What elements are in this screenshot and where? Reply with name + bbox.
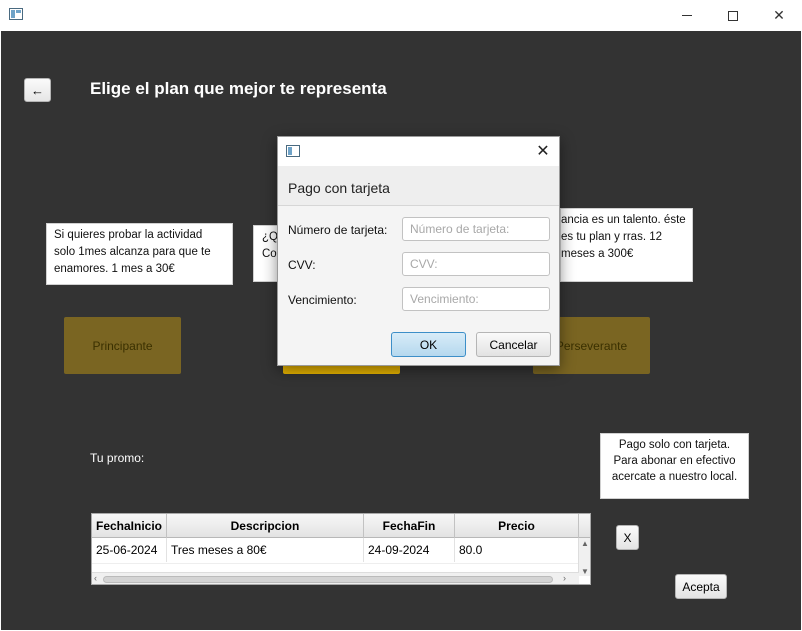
table-cell: 25-06-2024 [92,538,167,562]
plan-description-perseverante: ancia es un talento. éste es tu plan y r… [560,208,693,282]
cancel-button[interactable]: Cancelar [476,332,551,357]
table-row-empty [92,562,579,564]
payment-note: Pago solo con tarjeta. Para abonar en ef… [600,433,749,499]
table-vertical-scrollbar[interactable]: ▲ ▼ [578,538,590,576]
minimize-button[interactable] [664,0,710,31]
app-icon [9,8,23,20]
dialog-heading: Pago con tarjeta [288,180,390,196]
scroll-right-icon[interactable]: › [563,573,566,583]
payment-dialog: ✕ Pago con tarjeta Número de tarjeta: CV… [277,136,560,366]
column-header-descripcion[interactable]: Descripcion [167,514,364,538]
cvv-field[interactable] [402,252,550,276]
dialog-close-button[interactable]: ✕ [533,141,553,161]
scroll-up-icon[interactable]: ▲ [581,539,589,548]
plan-description-principante: Si quieres probar la actividad solo 1mes… [46,223,233,285]
table-row[interactable]: 25-06-2024 Tres meses a 80€ 24-09-2024 8… [92,538,579,562]
maximize-button[interactable] [710,0,756,31]
scroll-left-icon[interactable]: ‹ [94,573,97,583]
ok-button[interactable]: OK [391,332,466,357]
page-title: Elige el plan que mejor te representa [90,79,387,98]
window-titlebar: ✕ [0,0,802,31]
dialog-header: Pago con tarjeta [278,166,559,206]
promo-table: FechaInicio Descripcion FechaFin Precio … [91,513,591,585]
card-number-label: Número de tarjeta: [288,223,388,237]
column-header-fechainicio[interactable]: FechaInicio [92,514,167,538]
remove-promo-button[interactable]: X [616,525,639,550]
table-horizontal-scrollbar[interactable]: ‹ › [92,572,579,584]
plan-principante-button[interactable]: Principante [64,317,181,374]
maximize-icon [728,10,738,21]
scrollbar-thumb[interactable] [103,576,553,583]
expiry-label: Vencimiento: [288,293,357,307]
card-number-field[interactable] [402,217,550,241]
dialog-titlebar: ✕ [278,137,559,166]
close-icon: ✕ [773,7,785,24]
table-cell: Tres meses a 80€ [167,538,364,562]
table-header: FechaInicio Descripcion FechaFin Precio [92,514,590,538]
close-icon: ✕ [536,143,550,160]
scroll-down-icon[interactable]: ▼ [581,567,589,576]
accept-button[interactable]: Acepta [675,574,727,599]
app-icon [286,145,300,157]
expiry-field[interactable] [402,287,550,311]
promo-label: Tu promo: [90,451,145,465]
cvv-label: CVV: [288,258,316,272]
minimize-icon [682,15,692,16]
column-header-precio[interactable]: Precio [455,514,579,538]
column-header-fechafin[interactable]: FechaFin [364,514,455,538]
table-cell: 80.0 [455,538,579,562]
window-close-button[interactable]: ✕ [756,0,802,31]
back-button[interactable]: ← [24,78,51,102]
table-cell: 24-09-2024 [364,538,455,562]
